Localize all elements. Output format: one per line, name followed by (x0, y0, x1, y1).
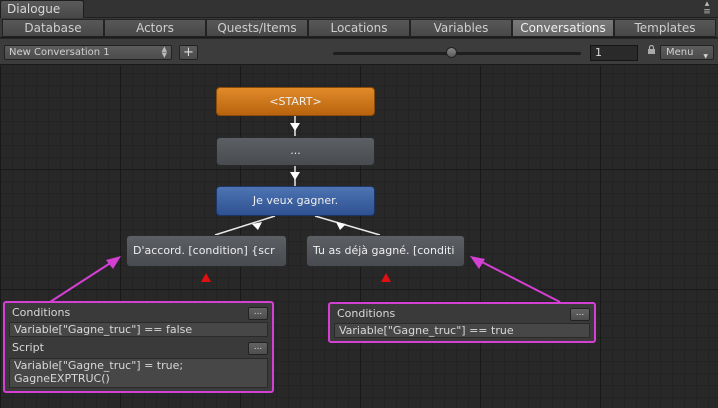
npc-line-node[interactable]: Je veux gagner. (216, 186, 375, 216)
zoom-slider-track[interactable] (333, 52, 581, 55)
script-line-1: Variable["Gagne_truc"] = true; (14, 359, 184, 372)
script-label: Script (12, 341, 44, 354)
menu-button-label: Menu (666, 47, 694, 58)
tab-bar: Database Actors Quests/Items Locations V… (0, 18, 718, 38)
window-title-tab[interactable]: Dialogue (0, 0, 84, 18)
start-node[interactable]: <START> (216, 87, 375, 116)
annotation-arrow-1 (49, 259, 116, 303)
annotation-arrow-2 (477, 259, 561, 303)
link-npc-response2 (314, 215, 381, 236)
tab-database[interactable]: Database (2, 19, 104, 37)
select-arrows-icon: ▲ ▼ (161, 45, 167, 59)
tab-templates[interactable]: Templates (614, 19, 716, 37)
conversation-select-value: New Conversation 1 (9, 47, 110, 58)
conditions-edit-button[interactable]: ... (248, 307, 268, 320)
conditions-field[interactable]: Variable["Gagne_truc"] == false (9, 322, 268, 337)
annotation-arrowhead-1 (106, 256, 121, 269)
node-editor-canvas[interactable]: <START> ... Je veux gagner. D'accord. [c… (0, 66, 718, 408)
conversation-toolbar: New Conversation 1 ▲ ▼ + 1 Menu ▼ (0, 39, 718, 65)
response-node-2[interactable]: Tu as déjà gagné. [conditi (306, 235, 465, 267)
link-npc-response1 (214, 215, 276, 236)
conversation-select[interactable]: New Conversation 1 ▲ ▼ (4, 45, 172, 60)
window-title: Dialogue (7, 2, 61, 16)
menu-button[interactable]: Menu ▼ (660, 45, 714, 60)
conditions-edit-button[interactable]: ... (570, 308, 590, 321)
zoom-input[interactable]: 1 (590, 45, 638, 61)
chevron-down-icon: ▼ (703, 53, 708, 60)
red-marker-icon (201, 273, 211, 282)
conditions-label: Conditions (337, 307, 396, 320)
tab-conversations[interactable]: Conversations (512, 19, 614, 37)
tab-quests-items[interactable]: Quests/Items (206, 19, 308, 37)
title-bar (84, 0, 718, 18)
tab-locations[interactable]: Locations (308, 19, 410, 37)
script-field[interactable]: Variable["Gagne_truc"] = true; GagneEXPT… (9, 358, 268, 388)
link-arrow-empty-npc (290, 172, 300, 180)
response-node-1[interactable]: D'accord. [condition] {scr (126, 235, 287, 267)
response-1-properties-panel: Conditions ... Variable["Gagne_truc"] ==… (3, 301, 274, 393)
annotation-arrowhead-2 (470, 256, 485, 269)
zoom-slider-thumb[interactable] (446, 47, 457, 58)
conditions-field[interactable]: Variable["Gagne_truc"] == true (334, 323, 590, 338)
red-marker-icon (381, 273, 391, 282)
script-line-2: GagneEXPTRUC() (14, 372, 110, 385)
lock-icon[interactable] (647, 45, 656, 54)
conditions-label: Conditions (12, 306, 71, 319)
script-edit-button[interactable]: ... (248, 342, 268, 355)
response-2-properties-panel: Conditions ... Variable["Gagne_truc"] ==… (328, 302, 596, 343)
empty-node[interactable]: ... (216, 137, 375, 166)
add-conversation-button[interactable]: + (179, 45, 198, 60)
link-arrow-start-empty (290, 123, 300, 131)
tab-variables[interactable]: Variables (410, 19, 512, 37)
link-arrow-npc-response2 (336, 222, 346, 230)
tab-actors[interactable]: Actors (104, 19, 206, 37)
window-menu-icon[interactable]: ▴ ≡ (700, 0, 714, 18)
